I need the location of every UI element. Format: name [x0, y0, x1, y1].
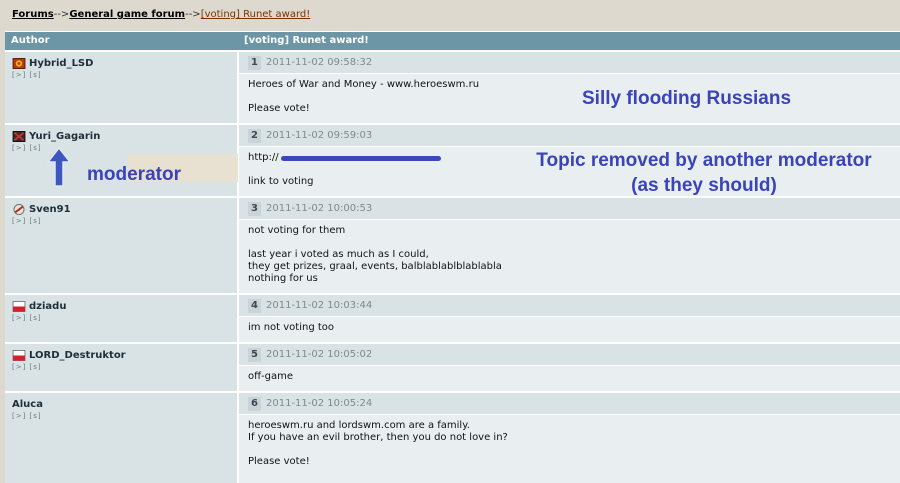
clan-icon	[13, 204, 25, 215]
post-date: 2011-11-02 09:59:03	[266, 130, 373, 141]
post-number[interactable]: 1	[248, 56, 261, 70]
post-text: Heroes of War and Money - www.heroeswm.r…	[248, 79, 480, 114]
arrow-up-icon	[46, 146, 72, 187]
username-link[interactable]: dziadu	[29, 301, 66, 312]
username-link[interactable]: LORD_Destruktor	[29, 350, 126, 361]
post-number[interactable]: 5	[248, 348, 261, 362]
post-meta: 1 2011-11-02 09:58:32	[239, 52, 900, 74]
post-date: 2011-11-02 09:58:32	[266, 57, 373, 68]
user-action-links[interactable]: [>] [s]	[12, 217, 42, 225]
post-meta: 2 2011-11-02 09:59:03	[239, 125, 900, 147]
breadcrumb-separator: -->	[53, 9, 70, 20]
post-text: im not voting too	[248, 322, 335, 333]
clan-icon	[12, 131, 26, 142]
post-author: Sven91	[12, 204, 71, 215]
post-author: dziadu	[12, 301, 66, 312]
table-header: Author [voting] Runet award!	[5, 32, 900, 50]
user-action-links[interactable]: [>] [s]	[12, 314, 42, 322]
post-content-cell: 4 2011-11-02 10:03:44 im not voting too	[239, 295, 900, 342]
post-author: Hybrid_LSD	[12, 58, 93, 69]
post-author-cell: Hybrid_LSD [>] [s]	[5, 52, 237, 123]
post-meta: 4 2011-11-02 10:03:44	[239, 295, 900, 317]
author-column-header: Author	[11, 35, 50, 46]
post-content-cell: 3 2011-11-02 10:00:53 not voting for the…	[239, 198, 900, 293]
post-number[interactable]: 4	[248, 299, 261, 313]
post-number[interactable]: 2	[248, 129, 261, 143]
clan-icon	[12, 58, 26, 69]
post-author-cell: dziadu [>] [s]	[5, 295, 237, 342]
post-author: LORD_Destruktor	[12, 350, 126, 361]
post-text: not voting for them last year i voted as…	[248, 225, 502, 284]
username-link[interactable]: Hybrid_LSD	[29, 58, 93, 69]
redacted-url-mark	[281, 156, 441, 161]
breadcrumb-general-forum-link[interactable]: General game forum	[69, 9, 185, 20]
username-link[interactable]: Sven91	[29, 204, 71, 215]
post-meta: 6 2011-11-02 10:05:24	[239, 393, 900, 415]
post-row: dziadu [>] [s] 4 2011-11-02 10:03:44 im …	[5, 295, 900, 342]
annotation-moderator: moderator	[87, 164, 181, 185]
post-date: 2011-11-02 10:05:02	[266, 349, 373, 360]
post-date: 2011-11-02 10:05:24	[266, 398, 373, 409]
post-number[interactable]: 3	[248, 202, 261, 216]
post-meta: 3 2011-11-02 10:00:53	[239, 198, 900, 220]
breadcrumb-current-topic-link[interactable]: [voting] Runet award!	[201, 9, 311, 20]
annotation-removed-line1: Topic removed by another moderator	[536, 150, 872, 171]
post-text: off-game	[248, 371, 293, 382]
breadcrumb: Forums-->General game forum-->[voting] R…	[12, 9, 310, 20]
post-content-cell: 1 2011-11-02 09:58:32 Heroes of War and …	[239, 52, 900, 123]
post-date: 2011-11-02 10:00:53	[266, 203, 373, 214]
user-action-links[interactable]: [>] [s]	[12, 144, 42, 152]
post-row: Aluca [>] [s] 6 2011-11-02 10:05:24 hero…	[5, 393, 900, 483]
username-link[interactable]: Aluca	[12, 399, 43, 410]
post-content-cell: 5 2011-11-02 10:05:02 off-game	[239, 344, 900, 391]
post-row: Sven91 [>] [s] 3 2011-11-02 10:00:53 not…	[5, 198, 900, 293]
annotation-removed-line2: (as they should)	[631, 175, 777, 196]
post-author: Aluca	[12, 399, 43, 410]
post-text: heroeswm.ru and lordswm.com are a family…	[248, 420, 508, 467]
topic-column-header: [voting] Runet award!	[244, 35, 369, 46]
post-author-cell: LORD_Destruktor [>] [s]	[5, 344, 237, 391]
user-action-links[interactable]: [>] [s]	[12, 71, 42, 79]
breadcrumb-forums-link[interactable]: Forums	[12, 9, 54, 20]
user-action-links[interactable]: [>] [s]	[12, 363, 42, 371]
post-author-cell: Sven91 [>] [s]	[5, 198, 237, 293]
post-author: Yuri_Gagarin	[12, 131, 100, 142]
post-date: 2011-11-02 10:03:44	[266, 300, 373, 311]
annotation-removed: Topic removed by another moderator (as t…	[510, 148, 898, 198]
flag-icon	[12, 301, 26, 312]
post-row: LORD_Destruktor [>] [s] 5 2011-11-02 10:…	[5, 344, 900, 391]
post-author-cell: Aluca [>] [s]	[5, 393, 237, 483]
annotation-flood: Silly flooding Russians	[582, 88, 792, 109]
flag-icon	[12, 350, 26, 361]
post-meta: 5 2011-11-02 10:05:02	[239, 344, 900, 366]
breadcrumb-separator: -->	[185, 9, 201, 20]
username-link[interactable]: Yuri_Gagarin	[29, 131, 100, 142]
post-number[interactable]: 6	[248, 397, 261, 411]
user-action-links[interactable]: [>] [s]	[12, 412, 42, 420]
post-content-cell: 6 2011-11-02 10:05:24 heroeswm.ru and lo…	[239, 393, 900, 483]
